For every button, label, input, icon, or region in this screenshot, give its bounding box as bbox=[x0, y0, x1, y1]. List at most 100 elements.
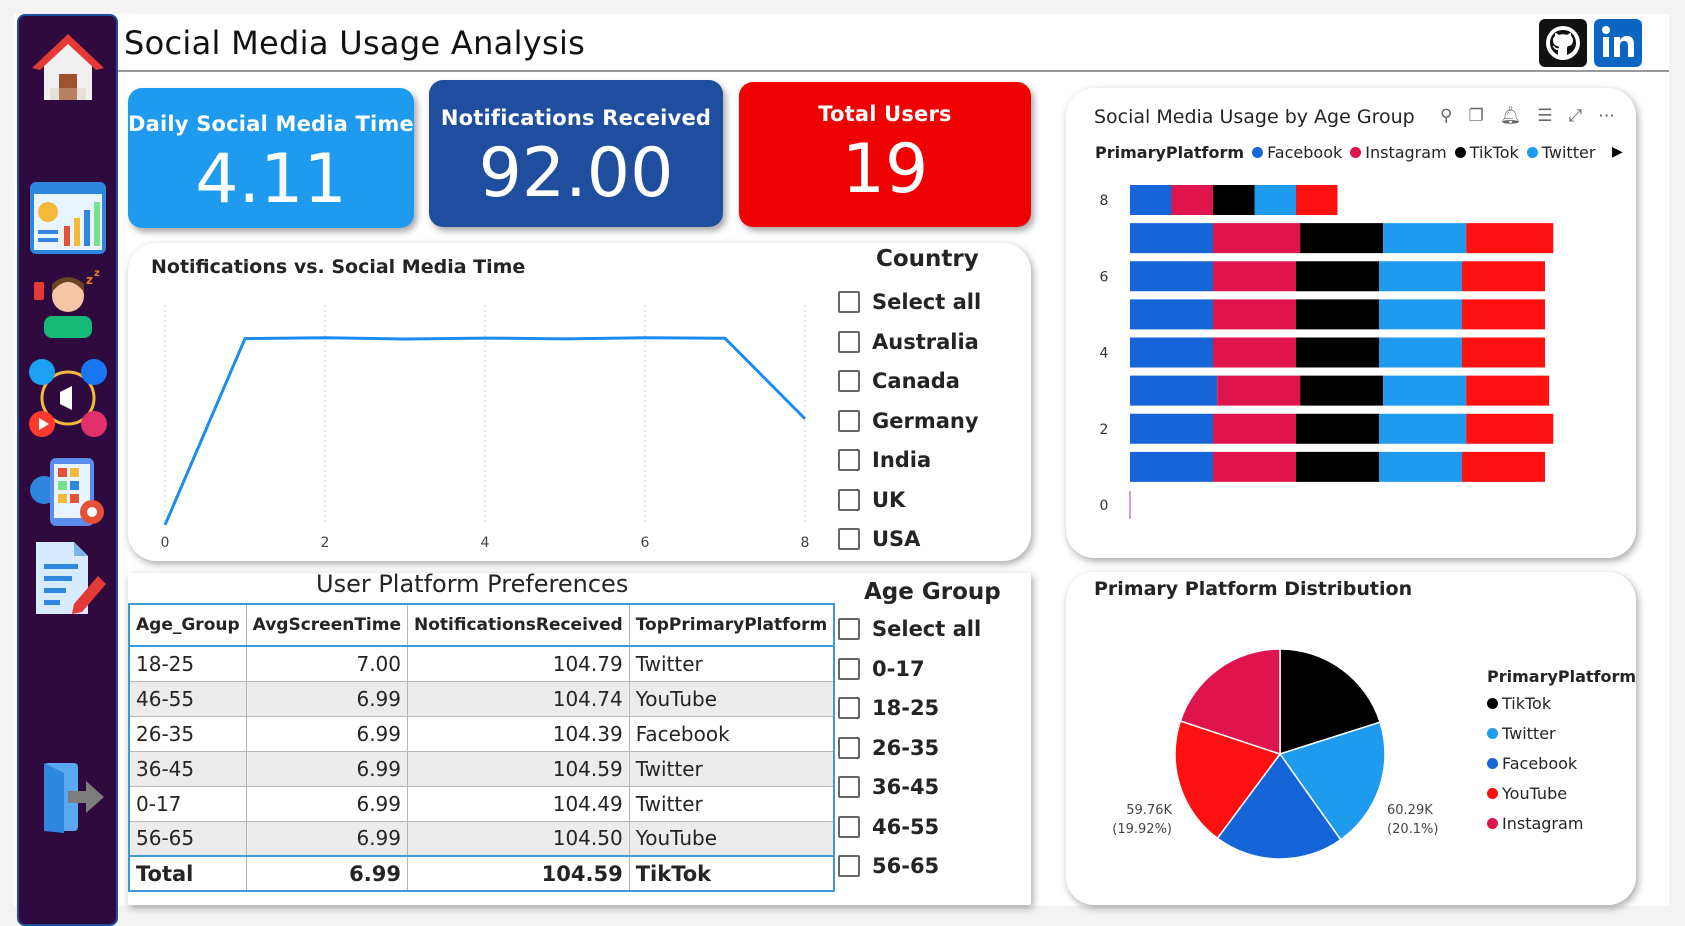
filter-icon[interactable]: ☰ bbox=[1537, 106, 1568, 126]
checkbox[interactable] bbox=[838, 736, 860, 759]
table-row[interactable]: 56-65 6.99 104.50 YouTube bbox=[128, 820, 835, 857]
checkbox[interactable] bbox=[838, 618, 860, 640]
table-row[interactable]: 18-25 7.00 104.79 Twitter bbox=[128, 645, 835, 682]
bar-segment-youtube[interactable] bbox=[1462, 261, 1545, 292]
bar-segment-instagram[interactable] bbox=[1217, 375, 1301, 406]
legend-item[interactable]: TikTok bbox=[1454, 143, 1519, 162]
app-settings-icon[interactable] bbox=[26, 454, 110, 534]
pie-legend-item[interactable]: Twitter bbox=[1487, 724, 1556, 743]
exit-icon[interactable] bbox=[30, 761, 106, 833]
bar-segment-instagram[interactable] bbox=[1213, 261, 1296, 292]
linkedin-icon[interactable] bbox=[1594, 19, 1642, 67]
legend-item[interactable]: Twitter bbox=[1526, 143, 1595, 162]
checkbox[interactable] bbox=[838, 409, 860, 432]
bar-segment-instagram[interactable] bbox=[1213, 413, 1296, 444]
bar-segment-youtube[interactable] bbox=[1466, 413, 1554, 444]
bar-segment-twitter[interactable] bbox=[1379, 451, 1462, 482]
social-network-icon[interactable] bbox=[26, 356, 110, 440]
country-slicer-option[interactable]: Australia bbox=[838, 330, 979, 354]
bar-segment-twitter[interactable] bbox=[1379, 337, 1462, 368]
pie-legend-item[interactable]: TikTok bbox=[1487, 694, 1551, 713]
copy-icon[interactable]: ❐ bbox=[1468, 106, 1499, 126]
platform-preferences-table[interactable]: Age_Group AvgScreenTime NotificationsRecei… bbox=[128, 603, 836, 892]
report-edit-icon[interactable] bbox=[28, 538, 108, 618]
pie-legend-item[interactable]: Instagram bbox=[1487, 814, 1583, 833]
pin-icon[interactable]: ⚲ bbox=[1440, 106, 1468, 126]
checkbox[interactable] bbox=[838, 449, 860, 471]
bar-segment-facebook[interactable] bbox=[1130, 261, 1213, 292]
table-row[interactable]: 0-17 6.99 104.49 Twitter bbox=[128, 785, 835, 822]
expand-icon[interactable]: ⤢ bbox=[1569, 106, 1599, 126]
age-slicer-option[interactable]: 46-55 bbox=[838, 815, 939, 839]
home-icon[interactable] bbox=[30, 30, 106, 106]
bar-segment-facebook[interactable] bbox=[1130, 375, 1218, 406]
bell-icon[interactable]: 🔔︎ bbox=[1500, 106, 1538, 126]
country-slicer-option[interactable]: UK bbox=[838, 488, 905, 512]
bar-segment-facebook[interactable] bbox=[1130, 299, 1213, 330]
pie-legend-item[interactable]: Facebook bbox=[1487, 754, 1577, 773]
checkbox[interactable] bbox=[838, 855, 860, 877]
country-slicer-option[interactable]: Select all bbox=[838, 290, 981, 314]
bar-segment-youtube[interactable] bbox=[1466, 375, 1550, 406]
checkbox[interactable] bbox=[838, 776, 860, 798]
bar-segment-youtube[interactable] bbox=[1462, 299, 1545, 330]
country-slicer-option[interactable]: Canada bbox=[838, 369, 960, 393]
table-row[interactable]: 26-35 6.99 104.39 Facebook bbox=[128, 715, 835, 752]
age-slicer-option[interactable]: 18-25 bbox=[838, 696, 939, 720]
bar-segment-instagram[interactable] bbox=[1171, 185, 1214, 215]
age-slicer-option[interactable]: 26-35 bbox=[838, 736, 939, 760]
bar-segment-tiktok[interactable] bbox=[1300, 223, 1384, 254]
column-header[interactable]: AvgScreenTime bbox=[245, 603, 409, 647]
checkbox[interactable] bbox=[838, 697, 860, 719]
bar-segment-twitter[interactable] bbox=[1379, 413, 1467, 444]
country-slicer-option[interactable]: India bbox=[838, 448, 931, 472]
column-header[interactable]: Age_Group bbox=[128, 603, 247, 647]
checkbox[interactable] bbox=[838, 291, 860, 313]
tired-user-icon[interactable]: z z bbox=[30, 262, 106, 338]
line-chart[interactable]: 0 2 4 6 8 bbox=[150, 285, 820, 550]
pie-legend-item[interactable]: YouTube bbox=[1487, 784, 1567, 803]
github-icon[interactable] bbox=[1539, 19, 1587, 67]
bar-segment-tiktok[interactable] bbox=[1296, 451, 1379, 482]
checkbox[interactable] bbox=[838, 657, 860, 680]
country-slicer-option[interactable]: USA bbox=[838, 527, 920, 551]
bar-segment-twitter[interactable] bbox=[1383, 375, 1467, 406]
age-slicer-option[interactable]: 36-45 bbox=[838, 775, 939, 799]
age-slicer-option[interactable]: Select all bbox=[838, 617, 981, 641]
column-header[interactable]: TopPrimaryPlatform bbox=[628, 603, 835, 647]
more-options-icon[interactable]: ⋯ bbox=[1598, 106, 1631, 126]
bar-segment-instagram[interactable] bbox=[1213, 299, 1296, 330]
pie-chart[interactable]: 60.3K (20.1%)60.29K(20.1%)59.94K (19.98%… bbox=[1100, 620, 1490, 900]
bar-segment-facebook[interactable] bbox=[1130, 451, 1213, 482]
bar-segment-youtube[interactable] bbox=[1462, 337, 1545, 368]
bar-segment-tiktok[interactable] bbox=[1296, 337, 1379, 368]
bar-segment-twitter[interactable] bbox=[1379, 261, 1462, 292]
bar-segment-youtube[interactable] bbox=[1296, 185, 1338, 215]
legend-item[interactable]: Instagram bbox=[1350, 143, 1447, 162]
checkbox[interactable] bbox=[838, 815, 860, 838]
bar-segment-tiktok[interactable] bbox=[1296, 413, 1379, 444]
age-slicer-option[interactable]: 0-17 bbox=[838, 657, 925, 681]
bar-segment-tiktok[interactable] bbox=[1296, 299, 1379, 330]
age-slicer-option[interactable]: 56-65 bbox=[838, 854, 939, 878]
table-row[interactable]: 36-45 6.99 104.59 Twitter bbox=[128, 750, 835, 787]
bar-segment-facebook[interactable] bbox=[1130, 223, 1213, 254]
bar-segment-tiktok[interactable] bbox=[1296, 261, 1379, 292]
checkbox[interactable] bbox=[838, 370, 860, 392]
legend-next-icon[interactable]: ▶ bbox=[1612, 144, 1623, 160]
bar-segment-instagram[interactable] bbox=[1213, 451, 1296, 482]
table-row[interactable]: 46-55 6.99 104.74 YouTube bbox=[128, 680, 835, 717]
bar-segment-youtube[interactable] bbox=[1462, 451, 1545, 482]
bar-segment-instagram[interactable] bbox=[1213, 337, 1296, 368]
bar-segment-facebook[interactable] bbox=[1130, 185, 1172, 215]
country-slicer-option[interactable]: Germany bbox=[838, 409, 979, 433]
column-header[interactable]: NotificationsReceived bbox=[407, 603, 630, 647]
bar-segment-tiktok[interactable] bbox=[1213, 185, 1255, 215]
bar-segment-facebook[interactable] bbox=[1130, 337, 1213, 368]
dashboard-icon[interactable] bbox=[28, 178, 108, 258]
checkbox[interactable] bbox=[838, 528, 860, 550]
bar-segment-facebook[interactable] bbox=[1130, 413, 1213, 444]
checkbox[interactable] bbox=[838, 330, 860, 353]
bar-segment-tiktok[interactable] bbox=[1300, 375, 1384, 406]
bar-segment-twitter[interactable] bbox=[1379, 299, 1462, 330]
